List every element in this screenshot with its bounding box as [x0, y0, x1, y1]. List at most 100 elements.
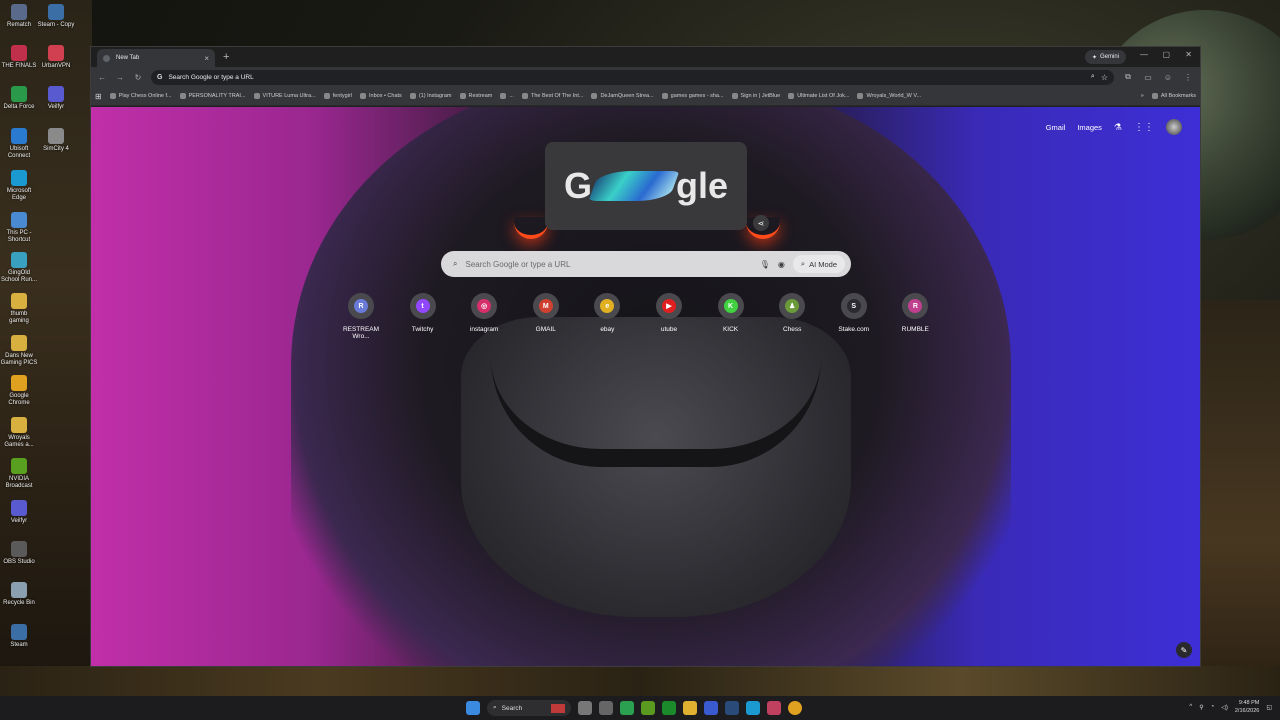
shortcut-tile[interactable]: R RUMBLE [891, 293, 939, 340]
bookmark-item[interactable]: Inbox • Chats [360, 93, 402, 99]
desktop-icon[interactable]: Rematch [0, 4, 38, 29]
nvidia-icon[interactable] [641, 701, 655, 715]
back-icon[interactable]: ← [97, 73, 107, 82]
bookmark-item[interactable]: fentygirl [323, 93, 352, 99]
shortcut-tile[interactable]: e ebay [583, 293, 631, 340]
folder-icon [1151, 93, 1158, 99]
shortcut-tile[interactable]: R RESTREAM Wro... [337, 293, 385, 340]
shortcut-tile[interactable]: ◎ instagram [460, 293, 508, 340]
chrome-icon[interactable] [788, 701, 802, 715]
menu-icon[interactable]: ⋮ [1182, 73, 1194, 82]
bookmark-item[interactable]: PERSONALITY TRAI... [179, 93, 246, 99]
images-link[interactable]: Images [1077, 123, 1102, 132]
desktop-icon[interactable]: Wroyals Games a... [0, 417, 38, 449]
bookmark-favicon-icon [500, 93, 507, 99]
tray-chevron-icon[interactable]: ^ [1189, 704, 1192, 710]
desktop-icon[interactable]: NVIDIA Broadcast [0, 458, 38, 490]
bookmarks-overflow-button[interactable]: » [1141, 93, 1144, 99]
desktop-icon[interactable]: Ubisoft Connect [0, 128, 38, 160]
shortcut-tile[interactable]: ♟ Chess [768, 293, 816, 340]
doodle-art [588, 171, 680, 201]
task-view-icon[interactable] [578, 701, 592, 715]
shortcut-tile[interactable]: ▶ utube [645, 293, 693, 340]
maximize-icon[interactable]: ▢ [1162, 50, 1170, 59]
google-apps-icon[interactable]: ⋮⋮ [1134, 122, 1154, 133]
desktop-icon[interactable]: Dans New Gaming PICS [0, 335, 38, 367]
labs-flask-icon[interactable]: ⚗ [1114, 122, 1122, 133]
shortcut-tile[interactable]: t Twitchy [399, 293, 447, 340]
forward-icon[interactable]: → [115, 73, 125, 82]
microphone-icon[interactable]: 🎙︎ [760, 260, 770, 269]
bookmark-item[interactable]: Restream [459, 93, 492, 99]
account-avatar[interactable] [1166, 119, 1182, 135]
google-doodle[interactable]: G gle [545, 142, 747, 230]
gmail-link[interactable]: Gmail [1046, 123, 1066, 132]
desktop-icon[interactable]: Veilfyr [37, 86, 75, 111]
store-icon[interactable] [704, 701, 718, 715]
lens-camera-icon[interactable]: ◉ [778, 260, 785, 269]
bookmark-star-icon[interactable]: ☆ [1101, 73, 1108, 82]
apps-grid-icon[interactable]: ⊞ [95, 92, 102, 101]
desktop-icon[interactable]: UrbanVPN [37, 45, 75, 70]
new-tab-button[interactable]: + [223, 51, 229, 63]
bookmark-item[interactable]: Sign in | JetBlue [731, 93, 780, 99]
shortcut-tile[interactable]: K KICK [707, 293, 755, 340]
desktop-icon[interactable]: Google Chrome [0, 375, 38, 407]
desktop-icon[interactable]: This PC - Shortcut [0, 212, 38, 244]
gemini-button[interactable]: ✦ Gemini [1084, 50, 1126, 64]
shortcut-tile[interactable]: S Stake.com [830, 293, 878, 340]
wifi-icon[interactable]: ◔ [1211, 704, 1215, 710]
windows-start-icon[interactable] [466, 701, 480, 715]
side-panel-icon[interactable]: ▭ [1142, 73, 1154, 82]
notification-bell-icon[interactable]: ◱ [1266, 704, 1272, 711]
desktop-icon[interactable]: Steam - Copy [37, 4, 75, 29]
desktop-icon-label: Dans New Gaming PICS [0, 353, 38, 366]
bookmark-item[interactable]: ... [500, 93, 514, 99]
bookmark-item[interactable]: DeJamQueen Strea... [591, 93, 654, 99]
desktop-icon[interactable]: Veilfyr [0, 500, 38, 525]
desktop-icon[interactable]: SimCity 4 [37, 128, 75, 153]
bookmark-item[interactable]: (1) Instagram [409, 93, 452, 99]
settings-gear-icon[interactable] [599, 701, 613, 715]
taskbar-search[interactable]: ⌕ Search [487, 700, 571, 716]
reload-icon[interactable]: ↻ [133, 73, 143, 82]
profile-icon[interactable]: ☺ [1162, 73, 1174, 82]
extensions-icon[interactable]: ⧉ [1122, 72, 1134, 82]
share-icon[interactable]: ⋖ [753, 215, 769, 231]
search-box[interactable]: ⌕ Search Google or type a URL 🎙︎ ◉ ⌕ AI … [441, 251, 851, 277]
minimize-icon[interactable]: — [1140, 50, 1148, 59]
desktop-icon[interactable]: OBS Studio [0, 541, 38, 566]
bookmark-item[interactable]: Ultimate List Of Jok... [788, 93, 849, 99]
tray-app-icon[interactable]: ⚲ [1199, 704, 1203, 711]
tab-close-icon[interactable]: × [204, 54, 209, 63]
desktop-icon[interactable]: Delta Force [0, 86, 38, 111]
all-bookmarks-button[interactable]: All Bookmarks [1151, 93, 1196, 99]
tab-new-tab[interactable]: New Tab × [97, 49, 215, 67]
desktop-app-icon [48, 128, 64, 144]
bookmark-item[interactable]: games games - sha... [661, 93, 724, 99]
clock[interactable]: 9:48 PM 2/16/2026 [1235, 699, 1259, 715]
steam-icon[interactable] [725, 701, 739, 715]
desktop-icon[interactable]: Steam [0, 624, 38, 649]
omnibox[interactable]: G Search Google or type a URL ⌕ ☆ [151, 69, 1114, 85]
xbox-icon[interactable] [662, 701, 676, 715]
edge-icon[interactable] [746, 701, 760, 715]
customize-pencil-icon[interactable]: ✎ [1176, 642, 1192, 658]
volume-icon[interactable]: ◁) [1221, 704, 1228, 711]
desktop-icon[interactable]: Recycle Bin [0, 582, 38, 607]
desktop-icon[interactable]: Microsoft Edge [0, 170, 38, 202]
bookmark-item[interactable]: Wroyals_World_W V... [857, 93, 921, 99]
bookmark-item[interactable]: Play Chess Online f... [109, 93, 172, 99]
shortcut-tile[interactable]: M GMAIL [522, 293, 570, 340]
file-explorer-icon[interactable] [683, 701, 697, 715]
desktop-icon[interactable]: GingOld School Run... [0, 252, 38, 284]
app-icon[interactable] [767, 701, 781, 715]
media-play-icon[interactable] [620, 701, 634, 715]
desktop-icon[interactable]: thumb gaming [0, 293, 38, 325]
bookmark-item[interactable]: The Best Of The Int... [521, 93, 583, 99]
ai-mode-button[interactable]: ⌕ AI Mode [792, 255, 845, 273]
close-window-icon[interactable]: ✕ [1185, 50, 1192, 59]
zoom-icon[interactable]: ⌕ [1091, 73, 1095, 81]
desktop-icon[interactable]: THE FINALS [0, 45, 38, 70]
bookmark-item[interactable]: VITURE Luma Ultra... [253, 93, 316, 99]
